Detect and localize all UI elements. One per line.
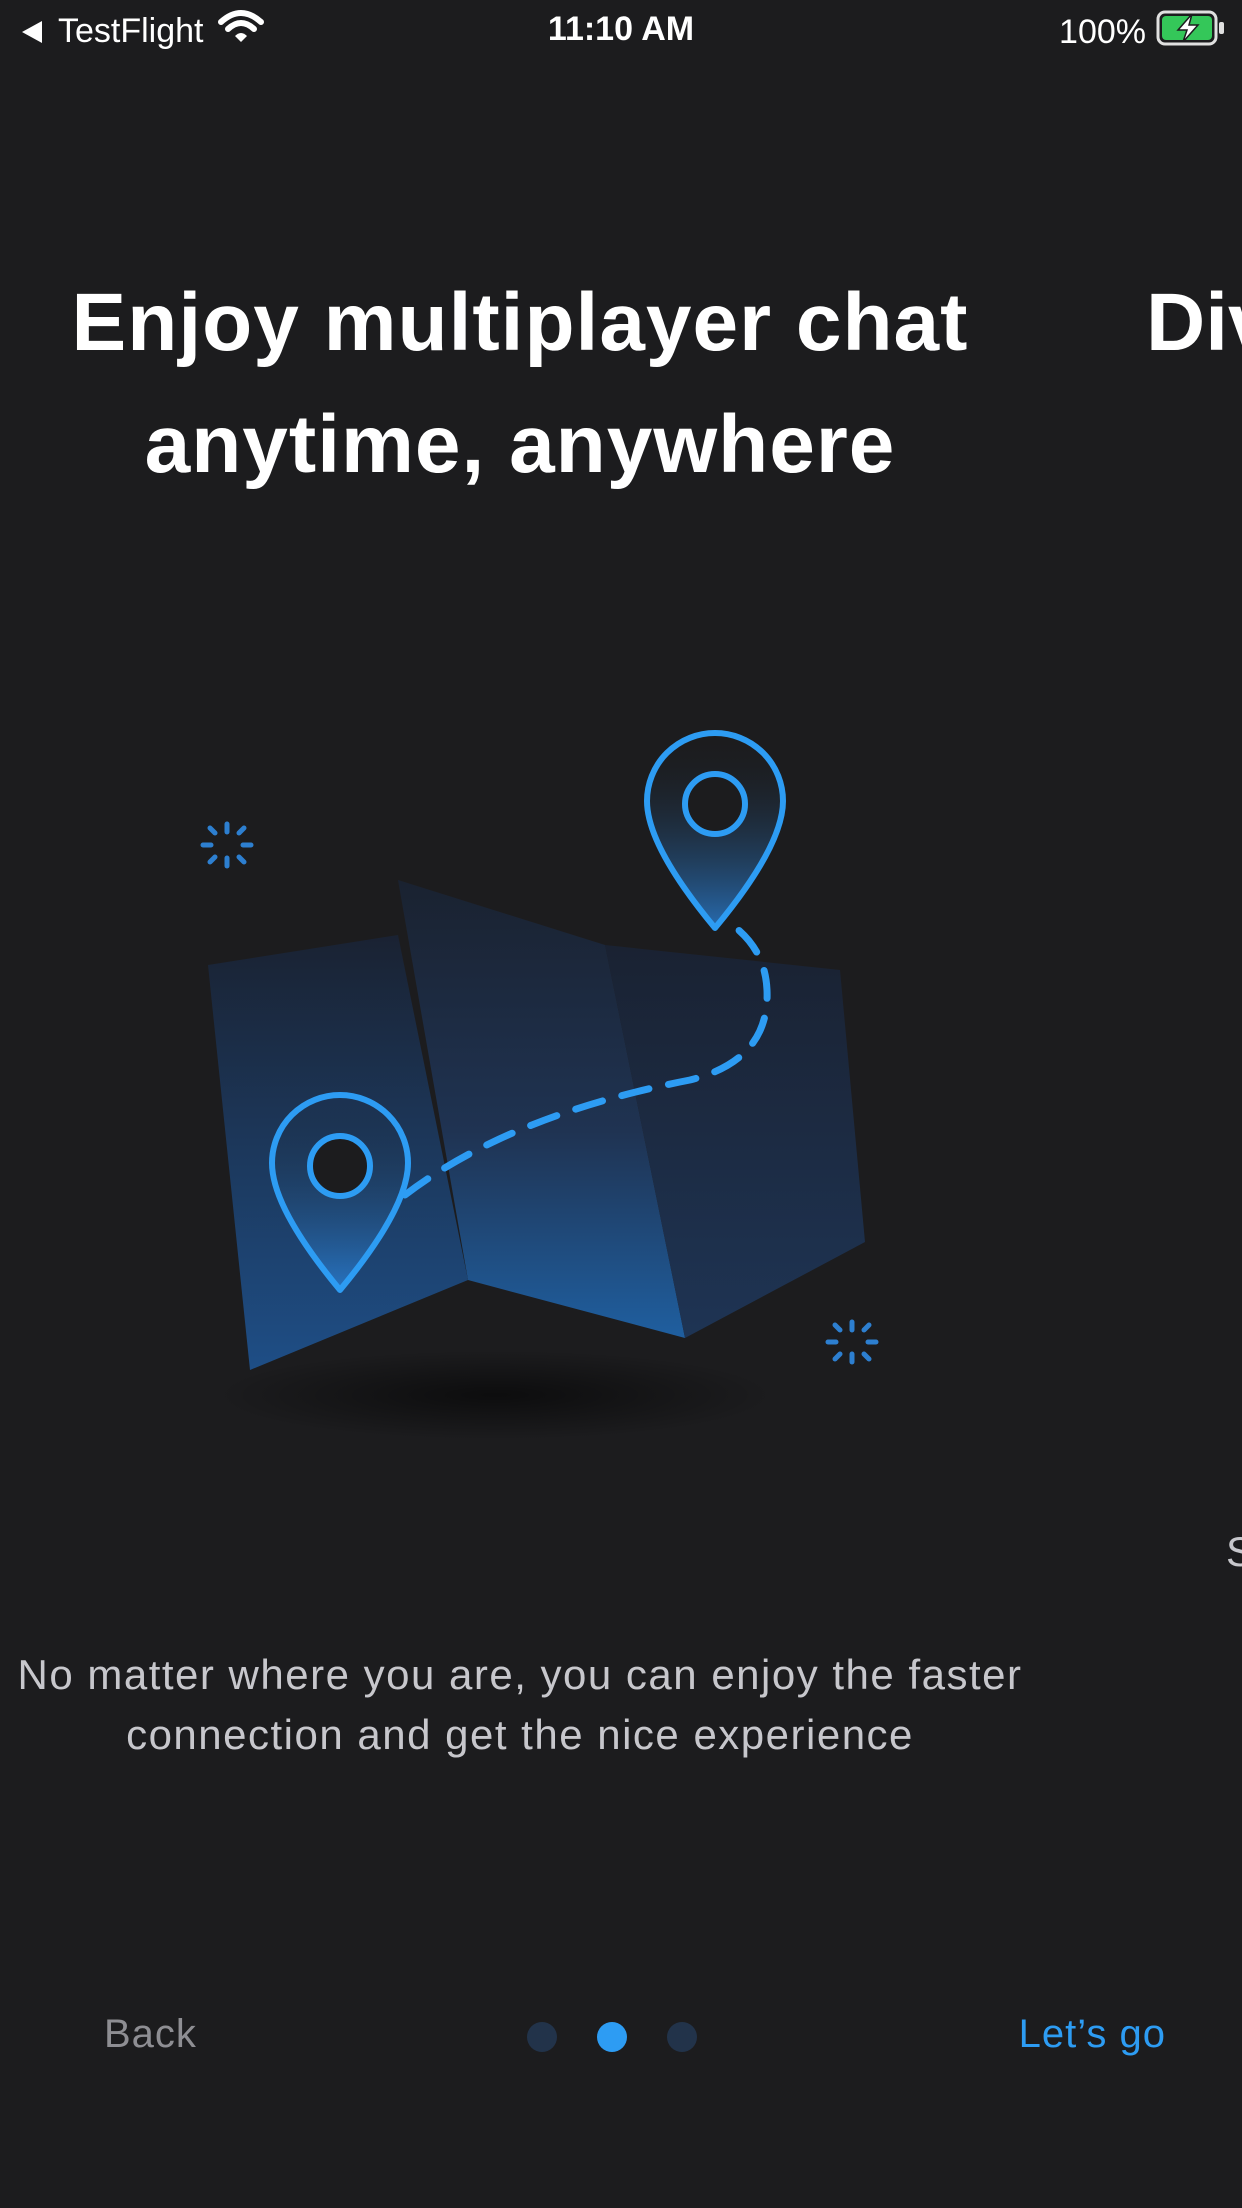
page-dot-1[interactable]: [527, 2022, 557, 2052]
page-dot-2-active[interactable]: [597, 2022, 627, 2052]
slide-title-line-1: Enjoy multiplayer chat: [71, 277, 969, 368]
next-slide-title-peek: Div: [1146, 277, 1242, 368]
page-indicator[interactable]: [527, 2022, 697, 2052]
battery-status: 100%: [1059, 10, 1226, 55]
battery-charging-icon: [1156, 10, 1226, 55]
onboarding-screen: TestFlight 11:10 AM 100% Enjoy multiplay…: [0, 0, 1242, 2208]
slide-description: No matter where you are, you can enjoy t…: [0, 1645, 1120, 1765]
status-time: 11:10 AM: [547, 10, 695, 48]
lets-go-button[interactable]: Let’s go: [1019, 2012, 1166, 2057]
slide-description-line-2: connection and get the nice experience: [126, 1711, 914, 1758]
slide-title-line-2: anytime, anywhere: [144, 399, 896, 490]
status-bar: TestFlight 11:10 AM 100%: [0, 0, 1242, 60]
slide-description-line-1: No matter where you are, you can enjoy t…: [17, 1651, 1023, 1698]
slide-title: Enjoy multiplayer chat anytime, anywhere: [0, 262, 1040, 506]
battery-percent: 100%: [1059, 13, 1146, 51]
page-dot-3[interactable]: [667, 2022, 697, 2052]
map-route-illustration: [180, 730, 900, 1450]
next-slide-description-peek: S: [1226, 1528, 1242, 1575]
back-button[interactable]: Back: [104, 2012, 197, 2057]
destination-location-pin-icon: [644, 730, 786, 931]
